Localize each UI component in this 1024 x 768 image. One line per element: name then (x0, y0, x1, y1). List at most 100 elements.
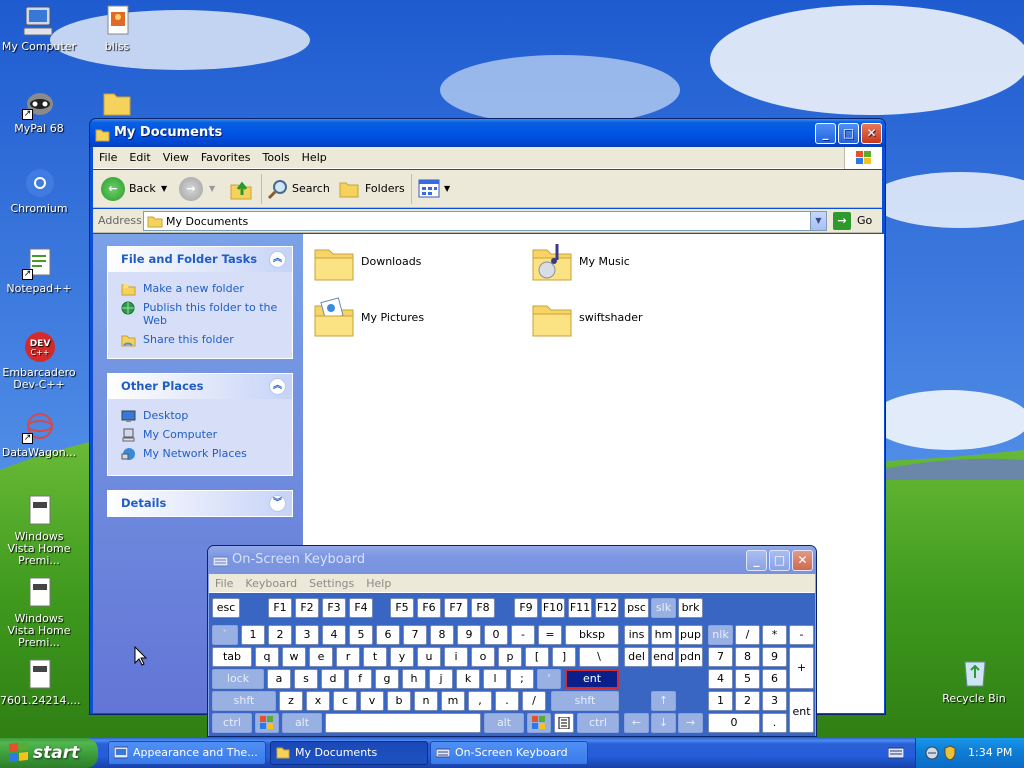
key-left-shift[interactable]: shft (212, 691, 276, 711)
key-caps-lock[interactable]: lock (212, 669, 264, 689)
key-k[interactable]: k (456, 669, 480, 689)
key-j[interactable]: j (429, 669, 453, 689)
key-enter[interactable]: ent (565, 669, 619, 689)
taskbar-button-osk[interactable]: On-Screen Keyboard (430, 741, 588, 765)
key-num-5[interactable]: 5 (735, 669, 760, 689)
key-m[interactable]: m (441, 691, 465, 711)
my-computer-link[interactable]: My Computer (108, 428, 292, 442)
folders-button[interactable]: Folders (337, 174, 405, 204)
key-hm[interactable]: hm (651, 625, 676, 645)
desktop-icon-recycle-bin[interactable]: Recycle Bin (935, 656, 1013, 705)
security-tray-icon[interactable] (942, 745, 958, 761)
taskbar-button-appearance[interactable]: Appearance and The... (108, 741, 266, 765)
key-end[interactable]: end (651, 647, 676, 667)
key-pdn[interactable]: pdn (678, 647, 703, 667)
key-y[interactable]: y (390, 647, 414, 667)
key-3[interactable]: 3 (295, 625, 319, 645)
network-tray-icon[interactable] (924, 745, 940, 761)
key-tab[interactable]: tab (212, 647, 252, 667)
key-f12[interactable]: F12 (595, 598, 619, 618)
key-num-9[interactable]: 9 (762, 647, 787, 667)
key-backslash[interactable]: \ (579, 647, 619, 667)
key-4[interactable]: 4 (322, 625, 346, 645)
back-button[interactable]: ← Back ▼ (101, 174, 171, 204)
search-button[interactable]: Search (261, 174, 330, 204)
key-f5[interactable]: F5 (390, 598, 414, 618)
key-period[interactable]: . (495, 691, 519, 711)
key-pup[interactable]: pup (678, 625, 703, 645)
key-del[interactable]: del (624, 647, 649, 667)
share-folder-link[interactable]: Share this folder (108, 333, 292, 347)
key-right-ctrl[interactable]: ctrl (577, 713, 619, 733)
key-rbracket[interactable]: ] (552, 647, 576, 667)
key-d[interactable]: d (321, 669, 345, 689)
menu-tools[interactable]: Tools (257, 147, 296, 169)
key-right-windows[interactable] (527, 713, 551, 733)
file-item-downloads[interactable]: Downloads (311, 240, 491, 290)
file-item-swiftshader[interactable]: swiftshader (529, 296, 709, 346)
osk-titlebar[interactable]: On-Screen Keyboard _ □ ✕ (208, 546, 816, 574)
key-num-1[interactable]: 1 (708, 691, 733, 711)
key-6[interactable]: 6 (376, 625, 400, 645)
desktop-icon-chromium[interactable]: Chromium (0, 166, 78, 215)
key-t[interactable]: t (363, 647, 387, 667)
desktop-icon-7601[interactable]: 7601.24214.... (0, 658, 80, 707)
desktop-icon-vista-1[interactable]: Windows Vista Home Premi... (0, 494, 78, 567)
key-r[interactable]: r (336, 647, 360, 667)
key-z[interactable]: z (279, 691, 303, 711)
key-quote[interactable]: ' (537, 669, 561, 689)
key-minus[interactable]: - (511, 625, 535, 645)
key-1[interactable]: 1 (241, 625, 265, 645)
key-num-minus[interactable]: - (789, 625, 814, 645)
key-b[interactable]: b (387, 691, 411, 711)
key-left-arrow[interactable]: ← (624, 713, 649, 733)
key-brk[interactable]: brk (678, 598, 703, 618)
panel-header[interactable]: File and Folder Tasks ︽ (108, 247, 292, 272)
key-num-0[interactable]: 0 (708, 713, 760, 733)
key-f3[interactable]: F3 (322, 598, 346, 618)
key-f[interactable]: f (348, 669, 372, 689)
key-lbracket[interactable]: [ (525, 647, 549, 667)
menu-file[interactable]: File (93, 147, 123, 169)
desktop-icon-datawagon[interactable]: ↗ DataWagon... (0, 410, 78, 459)
key-num-8[interactable]: 8 (735, 647, 760, 667)
key-psc[interactable]: psc (624, 598, 649, 618)
key-nlk[interactable]: nlk (708, 625, 733, 645)
key-semicolon[interactable]: ; (510, 669, 534, 689)
key-esc[interactable]: esc (212, 598, 240, 618)
file-item-my-music[interactable]: My Music (529, 240, 709, 290)
maximize-button[interactable]: □ (769, 550, 790, 571)
key-left-ctrl[interactable]: ctrl (212, 713, 252, 733)
key-f11[interactable]: F11 (568, 598, 592, 618)
views-button[interactable]: ▼ (411, 174, 451, 204)
menu-file[interactable]: File (209, 574, 239, 593)
make-new-folder-link[interactable]: Make a new folder (108, 282, 292, 296)
start-button[interactable]: start (0, 738, 98, 768)
key-f2[interactable]: F2 (295, 598, 319, 618)
desktop-link[interactable]: Desktop (108, 409, 292, 422)
desktop-icon-vista-2[interactable]: Windows Vista Home Premi... (0, 576, 78, 649)
key-num-4[interactable]: 4 (708, 669, 733, 689)
desktop-icon-bliss[interactable]: bliss (78, 4, 156, 53)
close-button[interactable]: ✕ (861, 123, 882, 144)
minimize-button[interactable]: _ (815, 123, 836, 144)
collapse-chevron-icon[interactable]: ︽ (269, 251, 286, 268)
key-comma[interactable]: , (468, 691, 492, 711)
key-slash[interactable]: / (522, 691, 546, 711)
address-input[interactable]: My Documents ▼ (143, 211, 827, 231)
key-backtick[interactable]: ` (212, 625, 238, 645)
key-num-6[interactable]: 6 (762, 669, 787, 689)
key-slk[interactable]: slk (651, 598, 676, 618)
close-button[interactable]: ✕ (792, 550, 813, 571)
taskbar-button-my-documents[interactable]: My Documents (270, 741, 428, 765)
key-o[interactable]: o (471, 647, 495, 667)
key-e[interactable]: e (309, 647, 333, 667)
key-right-alt[interactable]: alt (484, 713, 524, 733)
desktop-icon-notepadpp[interactable]: ↗ Notepad++ (0, 246, 78, 295)
key-7[interactable]: 7 (403, 625, 427, 645)
key-left-windows[interactable] (255, 713, 279, 733)
key-backspace[interactable]: bksp (565, 625, 619, 645)
up-folder-button[interactable] (229, 174, 255, 204)
panel-header[interactable]: Details ︾ (108, 491, 292, 516)
key-q[interactable]: q (255, 647, 279, 667)
